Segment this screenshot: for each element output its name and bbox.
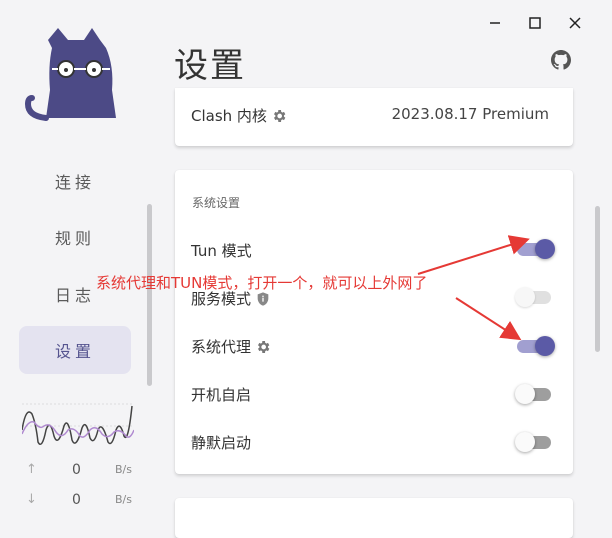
upload-unit: B/s xyxy=(115,463,132,476)
close-button[interactable] xyxy=(562,10,588,36)
system-settings-card: 系统设置 Tun 模式 服务模式 系统代理 开机自启 静默启动 xyxy=(175,170,573,474)
github-icon[interactable] xyxy=(551,50,571,70)
sidebar-item-settings[interactable]: 设置 xyxy=(19,326,131,374)
sidebar-item-label: 规则 xyxy=(54,229,95,248)
system-proxy-label: 系统代理 xyxy=(191,338,252,356)
sidebar-item-label: 设置 xyxy=(54,342,95,361)
download-speed: ↓ 0 B/s xyxy=(22,492,134,512)
arrow-up-icon: ↑ xyxy=(26,462,37,477)
sidebar-scrollbar[interactable] xyxy=(147,204,152,386)
download-value: 0 xyxy=(72,492,81,508)
app-window: 连接 规则 日志 设置 ↑ 0 B/s ↓ 0 B/s 设置 Clash 内核 … xyxy=(0,0,612,538)
minimize-icon xyxy=(490,22,500,24)
clash-core-label-row: Clash 内核 xyxy=(191,105,287,126)
next-settings-card xyxy=(175,498,573,538)
minimize-button[interactable] xyxy=(482,10,508,36)
auto-launch-label: 开机自启 xyxy=(191,386,252,404)
upload-speed: ↑ 0 B/s xyxy=(22,462,134,482)
gear-icon[interactable] xyxy=(271,108,287,124)
download-unit: B/s xyxy=(115,493,132,506)
tun-mode-label: Tun 模式 xyxy=(191,242,252,260)
cat-logo xyxy=(24,28,116,121)
auto-launch-toggle[interactable] xyxy=(515,382,553,406)
system-proxy-row: 系统代理 xyxy=(191,336,271,357)
silent-start-label: 静默启动 xyxy=(191,434,252,452)
sidebar-item-rules[interactable]: 规则 xyxy=(19,213,131,261)
maximize-icon xyxy=(529,17,541,29)
service-mode-toggle[interactable] xyxy=(515,285,553,309)
annotation-text: 系统代理和TUN模式，打开一个，就可以上外网了 xyxy=(96,274,428,292)
sidebar-item-connections[interactable]: 连接 xyxy=(19,157,131,205)
clash-core-card: Clash 内核 2023.08.17 Premium xyxy=(175,88,573,146)
gear-icon[interactable] xyxy=(255,339,271,355)
main-scrollbar[interactable] xyxy=(595,206,600,352)
silent-start-row: 静默启动 xyxy=(191,432,251,453)
maximize-button[interactable] xyxy=(522,10,548,36)
close-icon xyxy=(569,17,581,29)
tun-mode-row: Tun 模式 xyxy=(191,240,252,261)
upload-value: 0 xyxy=(72,462,81,478)
clash-core-version: 2023.08.17 Premium xyxy=(391,105,549,123)
clash-core-label: Clash 内核 xyxy=(191,107,267,125)
section-title: 系统设置 xyxy=(192,196,241,210)
arrow-down-icon: ↓ xyxy=(26,492,37,507)
auto-launch-row: 开机自启 xyxy=(191,384,251,405)
silent-start-toggle[interactable] xyxy=(515,430,553,454)
system-proxy-toggle[interactable] xyxy=(515,334,555,358)
sidebar-item-label: 日志 xyxy=(54,286,95,305)
sidebar-item-label: 连接 xyxy=(54,173,95,192)
tun-mode-toggle[interactable] xyxy=(515,237,555,261)
traffic-graph xyxy=(22,403,134,445)
page-title: 设置 xyxy=(174,46,246,86)
sidebar: 连接 规则 日志 设置 ↑ 0 B/s ↓ 0 B/s xyxy=(0,0,152,522)
